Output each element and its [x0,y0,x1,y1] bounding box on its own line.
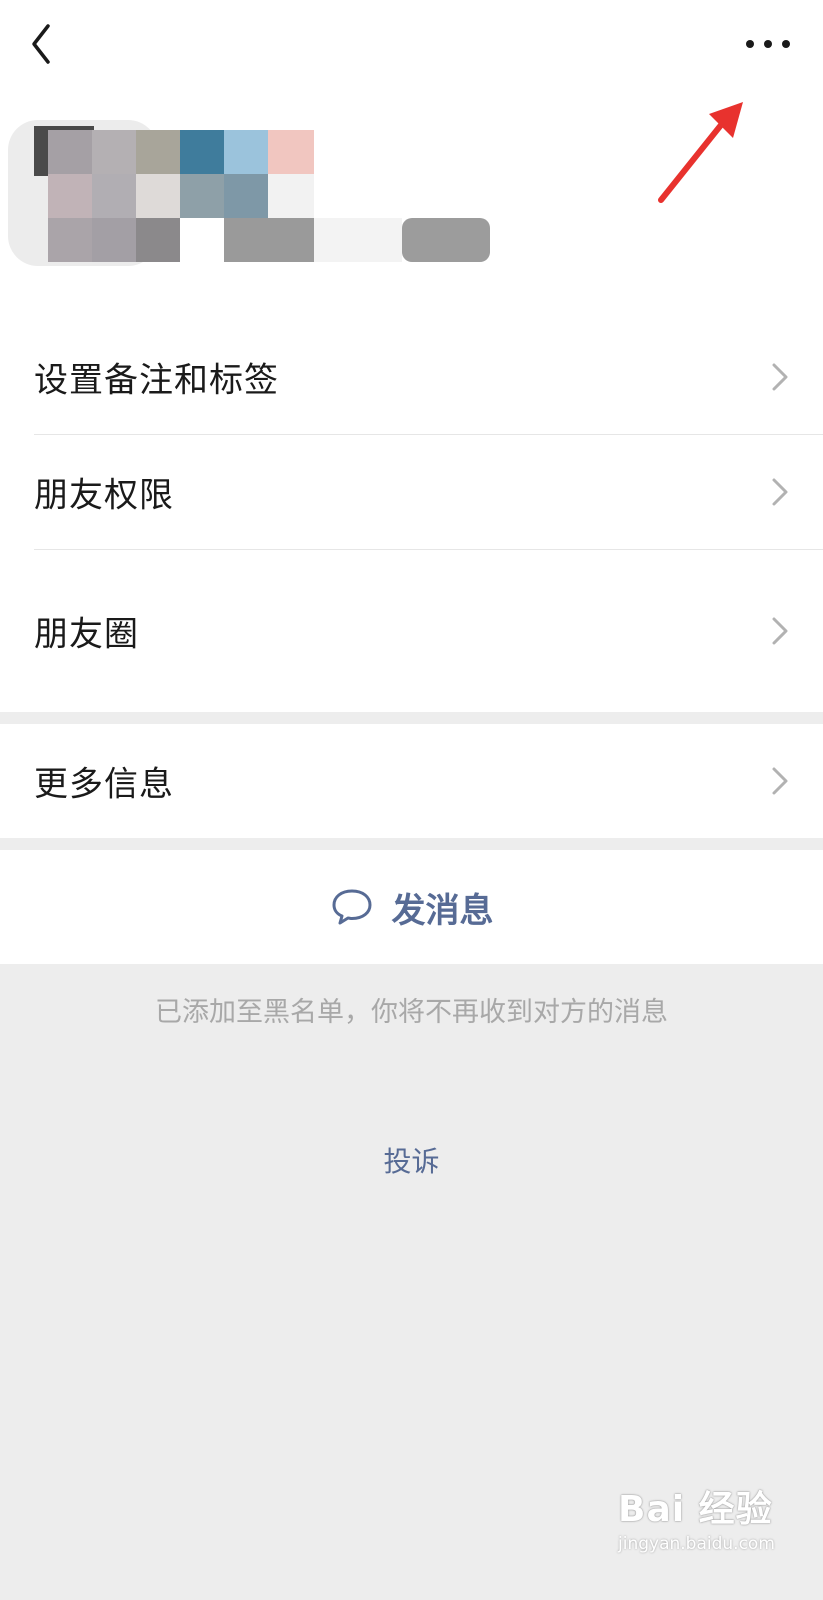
blurred-avatar-and-name [8,120,490,266]
complain-link[interactable]: 投诉 [0,1140,823,1180]
menu-item-remark-and-tags[interactable]: 设置备注和标签 [0,320,823,434]
chevron-right-icon [772,363,788,391]
send-message-button[interactable]: 发消息 [0,850,823,964]
chat-bubble-icon [332,889,371,925]
menu-item-friend-permissions[interactable]: 朋友权限 [0,435,823,549]
menu-item-label: 朋友权限 [34,475,174,516]
menu-item-more-info[interactable]: 更多信息 [0,724,823,838]
back-arrow-icon[interactable] [22,18,66,70]
profile-header [0,0,823,320]
annotation-arrow-icon [658,102,743,203]
menu-item-label: 朋友圈 [34,614,139,655]
send-message-label: 发消息 [391,890,494,931]
menu-item-label: 更多信息 [34,764,174,805]
more-options-icon[interactable] [738,24,798,64]
chevron-right-icon [772,767,788,795]
settings-menu-group: 设置备注和标签 朋友权限 朋友圈 [0,320,823,712]
chevron-right-icon [772,478,788,506]
menu-item-label: 设置备注和标签 [34,360,279,401]
menu-item-moments[interactable]: 朋友圈 [0,550,823,712]
watermark-url: jingyan.baidu.com [618,1534,775,1554]
watermark-brand: Bai 经验 [618,1489,773,1530]
more-info-group: 更多信息 [0,724,823,838]
chevron-right-icon [772,617,788,645]
blacklist-notice: 已添加至黑名单，你将不再收到对方的消息 [155,997,668,1028]
baidu-jingyan-watermark: Bai 经验 jingyan.baidu.com [618,1480,808,1580]
